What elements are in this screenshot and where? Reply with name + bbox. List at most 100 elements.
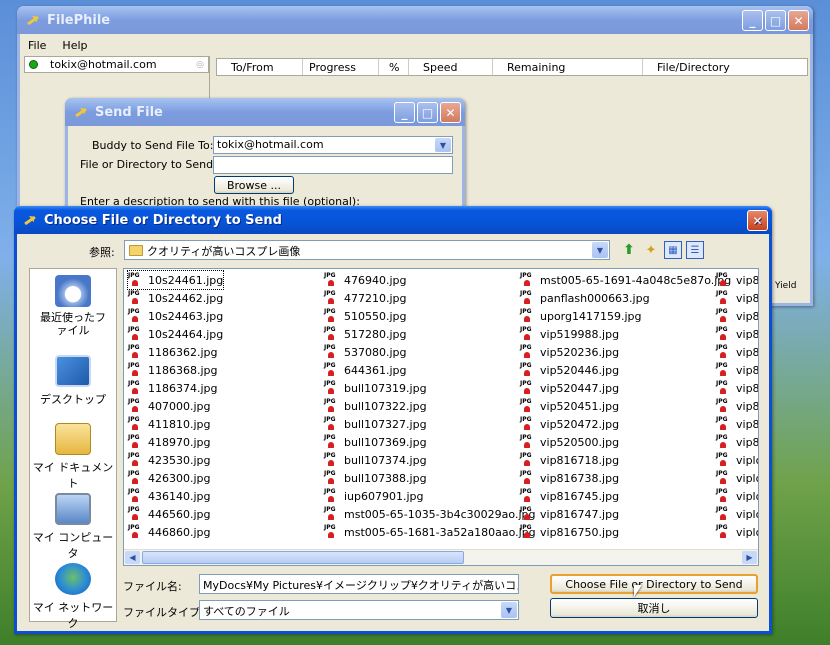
file-item[interactable]: JPG vip816750.jpg	[520, 523, 619, 541]
file-item[interactable]: JPG bull107369.jpg	[324, 433, 427, 451]
menu-help[interactable]: Help	[62, 39, 87, 52]
col-file-directory[interactable]: File/Directory	[643, 59, 807, 75]
file-item[interactable]: JPG 10s24464.jpg	[128, 325, 223, 343]
minimize-button[interactable]: _	[394, 102, 415, 123]
file-item[interactable]: JPG vip81	[716, 289, 758, 307]
file-or-directory-input[interactable]	[213, 156, 453, 174]
file-item[interactable]: JPG 1186362.jpg	[128, 343, 218, 361]
file-list[interactable]: JPG 10s24461.jpg JPG 10s24462.jpg JPG 10s2446…	[123, 268, 759, 566]
file-item[interactable]: JPG vip81	[716, 361, 758, 379]
file-item[interactable]: JPG vip81	[716, 307, 758, 325]
choose-file-button[interactable]: Choose File or Directory to Send	[550, 574, 758, 594]
file-item[interactable]: JPG vip520472.jpg	[520, 415, 619, 433]
place-desktop[interactable]: デスクトップ	[30, 355, 116, 407]
col-to-from[interactable]: To/From	[217, 59, 303, 75]
file-item[interactable]: JPG bull107322.jpg	[324, 397, 427, 415]
file-item[interactable]: JPG viplo	[716, 523, 758, 541]
file-item[interactable]: JPG vip520451.jpg	[520, 397, 619, 415]
file-item[interactable]: JPG mst005-65-1681-3a52a180aao.jpg	[324, 523, 536, 541]
file-item[interactable]: JPG vip816745.jpg	[520, 487, 619, 505]
filetype-select[interactable]: すべてのファイル ▼	[199, 600, 519, 620]
file-item[interactable]: JPG mst005-65-1691-4a048c5e87o.jpg	[520, 271, 731, 289]
file-item[interactable]: JPG vip520500.jpg	[520, 433, 619, 451]
file-item[interactable]: JPG 426300.jpg	[128, 469, 211, 487]
file-item[interactable]: JPG uporg1417159.jpg	[520, 307, 642, 325]
close-button[interactable]: ✕	[788, 10, 809, 31]
file-item[interactable]: JPG viplo	[716, 469, 758, 487]
menu-file[interactable]: File	[28, 39, 46, 52]
file-item[interactable]: JPG 1186374.jpg	[128, 379, 218, 397]
scroll-right-icon[interactable]: ▶	[742, 551, 757, 564]
file-item[interactable]: JPG vip81	[716, 433, 758, 451]
file-item[interactable]: JPG 407000.jpg	[128, 397, 211, 415]
place-my-network[interactable]: マイ ネットワーク	[30, 563, 116, 631]
details-view-icon[interactable]: ☰	[686, 241, 704, 259]
file-item[interactable]: JPG panflash000663.jpg	[520, 289, 650, 307]
filephile-titlebar[interactable]: FilePhile _ □ ✕	[17, 6, 813, 34]
up-folder-icon[interactable]: ⬆	[620, 241, 638, 259]
place-my-documents[interactable]: マイ ドキュメント	[30, 423, 116, 491]
col-percent[interactable]: %	[379, 59, 409, 75]
file-item[interactable]: JPG viplo	[716, 505, 758, 523]
new-folder-icon[interactable]: ✦	[642, 241, 660, 259]
scroll-thumb[interactable]	[142, 551, 464, 564]
file-item[interactable]: JPG 10s24461.jpg	[126, 270, 225, 290]
buddy-row[interactable]: tokix@hotmail.com ◎	[24, 56, 209, 73]
col-remaining[interactable]: Remaining	[493, 59, 643, 75]
file-item[interactable]: JPG iup607901.jpg	[324, 487, 424, 505]
file-item[interactable]: JPG vip816718.jpg	[520, 451, 619, 469]
file-item[interactable]: JPG vip81	[716, 397, 758, 415]
file-item[interactable]: JPG 446560.jpg	[128, 505, 211, 523]
file-item[interactable]: JPG 537080.jpg	[324, 343, 407, 361]
choose-file-titlebar[interactable]: Choose File or Directory to Send ✕	[14, 206, 772, 234]
file-item[interactable]: JPG 1186368.jpg	[128, 361, 218, 379]
buddy-select[interactable]: tokix@hotmail.com ▼	[213, 136, 453, 154]
cancel-button[interactable]: 取消し	[550, 598, 758, 618]
file-item[interactable]: JPG 517280.jpg	[324, 325, 407, 343]
file-item[interactable]: JPG vip81	[716, 379, 758, 397]
horizontal-scrollbar[interactable]: ◀ ▶	[124, 549, 758, 565]
file-item[interactable]: JPG vip520447.jpg	[520, 379, 619, 397]
file-item[interactable]: JPG vip81	[716, 271, 758, 289]
col-speed[interactable]: Speed	[409, 59, 493, 75]
file-item[interactable]: JPG vip81	[716, 325, 758, 343]
file-item[interactable]: JPG vip520446.jpg	[520, 361, 619, 379]
file-item[interactable]: JPG vip816738.jpg	[520, 469, 619, 487]
file-item[interactable]: JPG 436140.jpg	[128, 487, 211, 505]
file-item[interactable]: JPG 644361.jpg	[324, 361, 407, 379]
file-item[interactable]: JPG bull107374.jpg	[324, 451, 427, 469]
file-item[interactable]: JPG bull107388.jpg	[324, 469, 427, 487]
file-item[interactable]: JPG vip519988.jpg	[520, 325, 619, 343]
file-item[interactable]: JPG 510550.jpg	[324, 307, 407, 325]
scroll-left-icon[interactable]: ◀	[125, 551, 140, 564]
file-item[interactable]: JPG bull107327.jpg	[324, 415, 427, 433]
file-item[interactable]: JPG 418970.jpg	[128, 433, 211, 451]
file-item[interactable]: JPG bull107319.jpg	[324, 379, 427, 397]
file-item[interactable]: JPG 446860.jpg	[128, 523, 211, 541]
file-item[interactable]: JPG vip81	[716, 415, 758, 433]
file-item[interactable]: JPG vip81	[716, 343, 758, 361]
chevron-down-icon[interactable]: ▼	[501, 602, 517, 618]
chevron-down-icon[interactable]: ▼	[592, 242, 608, 258]
file-item[interactable]: JPG 477210.jpg	[324, 289, 407, 307]
chevron-down-icon[interactable]: ▼	[435, 138, 451, 152]
maximize-button[interactable]: □	[765, 10, 786, 31]
filename-input[interactable]: MyDocs¥My Pictures¥イメージクリップ¥クオリティが高いコスプレ…	[199, 574, 519, 594]
file-item[interactable]: JPG vip816747.jpg	[520, 505, 619, 523]
close-button[interactable]: ✕	[440, 102, 461, 123]
close-button[interactable]: ✕	[747, 210, 768, 231]
send-file-titlebar[interactable]: Send File _ □ ✕	[65, 98, 465, 126]
file-item[interactable]: JPG viplo	[716, 487, 758, 505]
maximize-button[interactable]: □	[417, 102, 438, 123]
list-view-icon[interactable]: ▦	[664, 241, 682, 259]
col-progress[interactable]: Progress	[303, 59, 379, 75]
minimize-button[interactable]: _	[742, 10, 763, 31]
file-item[interactable]: JPG 423530.jpg	[128, 451, 211, 469]
file-item[interactable]: JPG 411810.jpg	[128, 415, 211, 433]
file-item[interactable]: JPG viplo	[716, 451, 758, 469]
file-item[interactable]: JPG 10s24462.jpg	[128, 289, 223, 307]
browse-button[interactable]: Browse ...	[214, 176, 294, 194]
place-my-computer[interactable]: マイ コンピュータ	[30, 493, 116, 561]
file-item[interactable]: JPG mst005-65-1035-3b4c30029ao.jpg	[324, 505, 535, 523]
look-in-select[interactable]: クオリティが高いコスプレ画像 ▼	[124, 240, 610, 260]
